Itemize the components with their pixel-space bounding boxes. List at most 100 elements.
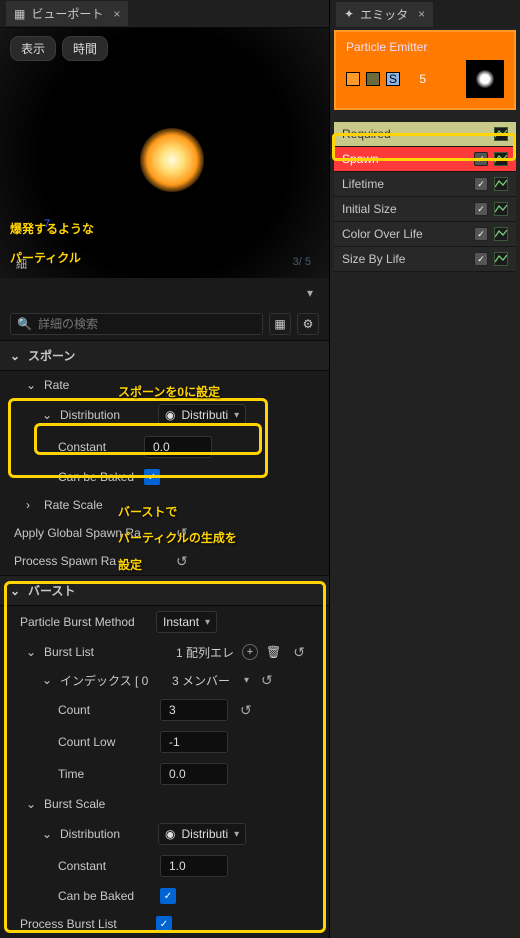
module-required[interactable]: Required — [334, 122, 516, 147]
dropdown-value: Distributi — [181, 408, 228, 422]
count-low-input[interactable]: -1 — [160, 731, 228, 753]
reset-icon[interactable]: ↺ — [176, 553, 188, 570]
module-checkbox[interactable]: ✓ — [474, 227, 488, 241]
search-input[interactable] — [38, 317, 256, 331]
search-box[interactable]: 🔍 — [10, 313, 263, 335]
distribution-dropdown[interactable]: ◉ Distributi ▾ — [158, 404, 246, 426]
chevron-down-icon: ⌄ — [10, 584, 20, 598]
dropdown-icon[interactable]: ▾ — [301, 284, 319, 302]
constant-label: Constant — [58, 859, 152, 873]
module-checkbox[interactable]: ✓ — [474, 152, 488, 166]
graph-icon[interactable] — [494, 252, 508, 266]
chevron-down-icon[interactable]: ⌄ — [42, 408, 52, 422]
object-icon: ◉ — [165, 827, 175, 841]
row-rate[interactable]: ⌄ Rate — [0, 371, 329, 399]
graph-icon[interactable] — [494, 127, 508, 141]
grid-icon: ▦ — [14, 7, 25, 21]
close-icon[interactable]: × — [113, 7, 120, 21]
emitter-header[interactable]: Particle Emitter S 5 — [334, 30, 516, 110]
dropdown-value: Instant — [163, 615, 199, 629]
emitter-thumbnail[interactable] — [466, 60, 504, 98]
process-burst-label: Process Burst List — [20, 917, 148, 931]
constant-input[interactable]: 0.0 — [144, 436, 212, 458]
module-checkbox[interactable]: ✓ — [474, 202, 488, 216]
module-checkbox[interactable]: ✓ — [474, 252, 488, 266]
can-be-baked-label: Can be Baked — [58, 470, 136, 484]
emitter-title: Particle Emitter — [342, 38, 508, 56]
viewport-preview[interactable]: 表示 時間 7 3/ 5 細 — [0, 28, 329, 278]
row-count: Count 3 ↺ — [0, 694, 329, 726]
module-lifetime[interactable]: Lifetime ✓ — [334, 172, 516, 197]
section-burst[interactable]: ⌄ バースト — [0, 575, 329, 606]
settings-button[interactable]: ⚙ — [297, 313, 319, 335]
count-input[interactable]: 3 — [160, 699, 228, 721]
graph-icon[interactable] — [494, 227, 508, 241]
row-burst-scale[interactable]: ⌄ Burst Scale — [0, 790, 329, 818]
tab-viewport[interactable]: ▦ ビューポート × — [6, 1, 128, 26]
chevron-down-icon[interactable]: ▾ — [244, 675, 249, 686]
emitter-solo-checkbox[interactable]: S — [386, 72, 400, 86]
time-label: Time — [58, 767, 152, 781]
particle-preview — [140, 128, 204, 192]
row-burst-index[interactable]: ⌄ インデックス [ 0 3 メンバー ▾ ↺ — [0, 666, 329, 694]
chevron-down-icon[interactable]: ⌄ — [42, 827, 52, 841]
chevron-right-icon: › — [26, 498, 36, 512]
sparkle-icon: ✦ — [344, 7, 354, 21]
reset-icon[interactable]: ↺ — [261, 672, 273, 689]
module-spawn[interactable]: Spawn ✓ — [334, 147, 516, 172]
graph-icon[interactable] — [494, 152, 508, 166]
trash-icon[interactable]: 🗑 — [266, 645, 281, 659]
section-spawn[interactable]: ⌄ スポーン — [0, 340, 329, 371]
reset-icon[interactable]: ↺ — [293, 644, 305, 661]
can-be-baked-checkbox[interactable]: ✓ — [144, 469, 160, 485]
process-burst-checkbox[interactable]: ✓ — [156, 916, 172, 932]
section-label: バースト — [28, 582, 75, 599]
index-value: 3 メンバー — [172, 672, 230, 689]
module-size-by-life[interactable]: Size By Life ✓ — [334, 247, 516, 272]
grid-view-button[interactable]: ▦ — [269, 313, 291, 335]
burst-baked-checkbox[interactable]: ✓ — [160, 888, 176, 904]
row-burst-list[interactable]: ⌄ Burst List 1 配列エレ + 🗑 ↺ — [0, 638, 329, 666]
rate-scale-label: Rate Scale — [44, 498, 154, 512]
chevron-down-icon: ▾ — [234, 410, 239, 421]
reset-icon[interactable]: ↺ — [240, 702, 252, 719]
row-burst-distribution: ⌄ Distribution ◉ Distributi ▾ — [0, 818, 329, 850]
count-low-label: Count Low — [58, 735, 152, 749]
module-color-over-life[interactable]: Color Over Life ✓ — [334, 222, 516, 247]
emitter-enable-checkbox[interactable] — [346, 72, 360, 86]
reset-icon[interactable]: ↺ — [176, 525, 188, 542]
graph-icon[interactable] — [494, 177, 508, 191]
index-label: インデックス [ 0 — [60, 672, 164, 689]
burst-list-value: 1 配列エレ — [176, 644, 234, 661]
apply-global-label: Apply Global Spawn Ra — [14, 526, 164, 540]
close-icon[interactable]: × — [418, 7, 425, 21]
burst-method-dropdown[interactable]: Instant ▾ — [156, 611, 217, 633]
tab-emitter[interactable]: ✦ エミッタ × — [336, 2, 433, 27]
chevron-down-icon: ⌄ — [42, 673, 52, 687]
add-button[interactable]: + — [242, 644, 258, 660]
chevron-down-icon: ⌄ — [26, 645, 36, 659]
viewport-coord-top: 7 — [44, 218, 50, 230]
chevron-down-icon: ▾ — [234, 829, 239, 840]
chevron-down-icon: ⌄ — [26, 378, 36, 392]
module-initial-size[interactable]: Initial Size ✓ — [334, 197, 516, 222]
row-burst-method: Particle Burst Method Instant ▾ — [0, 606, 329, 638]
burst-distribution-dropdown[interactable]: ◉ Distributi ▾ — [158, 823, 246, 845]
row-count-low: Count Low -1 — [0, 726, 329, 758]
time-input[interactable]: 0.0 — [160, 763, 228, 785]
can-be-baked-label: Can be Baked — [58, 889, 152, 903]
burst-constant-input[interactable]: 1.0 — [160, 855, 228, 877]
rate-label: Rate — [44, 378, 154, 392]
constant-label: Constant — [58, 440, 136, 454]
row-rate-scale[interactable]: › Rate Scale — [0, 491, 329, 519]
gear-icon: ⚙ — [303, 317, 314, 331]
module-checkbox[interactable]: ✓ — [474, 177, 488, 191]
time-button[interactable]: 時間 — [62, 36, 108, 61]
graph-icon[interactable] — [494, 202, 508, 216]
show-button[interactable]: 表示 — [10, 36, 56, 61]
emitter-flag-checkbox[interactable] — [366, 72, 380, 86]
tab-label: エミッタ — [360, 6, 408, 23]
object-icon: ◉ — [165, 408, 175, 422]
distribution-label: Distribution — [60, 408, 150, 422]
chevron-down-icon: ▾ — [205, 617, 210, 628]
